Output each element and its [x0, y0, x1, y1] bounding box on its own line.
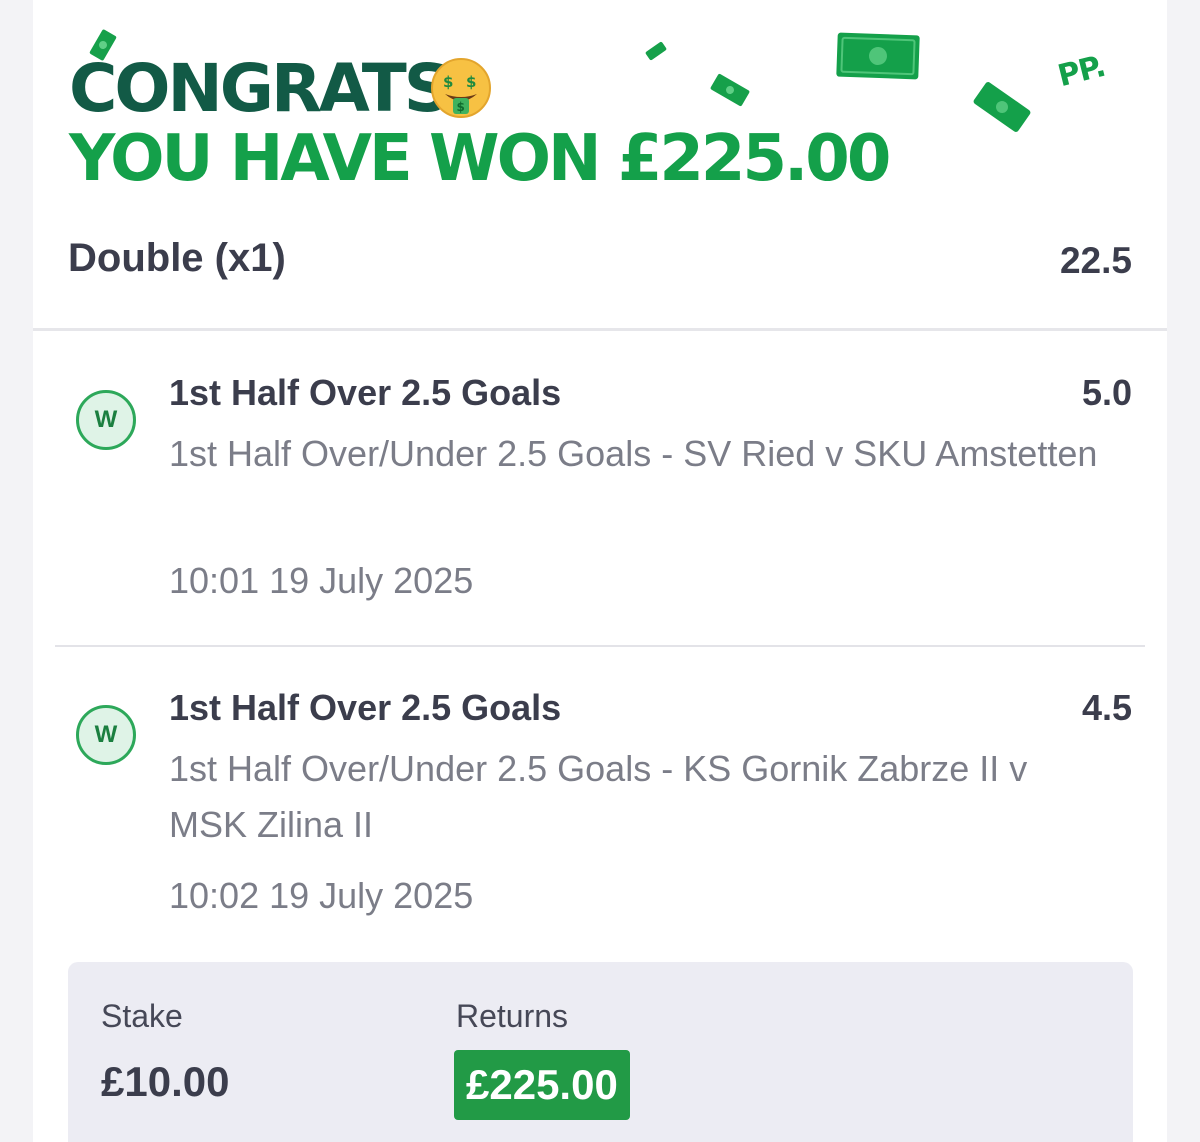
- returns-label: Returns: [456, 998, 569, 1034]
- stake-returns-summary: Stake £10.00 Returns £225.00: [68, 962, 1133, 1142]
- selection-datetime: 10:01 19 July 2025: [169, 560, 474, 601]
- won-amount-heading: YOU HAVE WON £225.00: [69, 122, 891, 196]
- returns-value-badge: £225.00: [454, 1050, 630, 1120]
- money-mouth-face-icon: $ $ $: [431, 58, 491, 118]
- selection-name: 1st Half Over 2.5 Goals: [169, 372, 562, 413]
- money-bill-icon: [645, 41, 667, 61]
- svg-text:$: $: [443, 73, 453, 91]
- bet-receipt-card: CONGRATS! $ $ $ YOU HAVE WON £225.00 PP.…: [33, 0, 1167, 1142]
- selection-market: 1st Half Over/Under 2.5 Goals - SV Ried …: [169, 433, 1098, 474]
- money-bill-icon: [836, 32, 920, 80]
- bet-type-row: Double (x1) 22.5: [68, 236, 1132, 288]
- divider: [33, 328, 1167, 331]
- svg-text:$: $: [457, 100, 465, 114]
- money-bill-icon: [973, 82, 1031, 132]
- divider: [55, 645, 1145, 647]
- win-status-badge: W: [76, 705, 136, 765]
- money-bill-icon: [710, 73, 750, 107]
- win-banner: CONGRATS! $ $ $ YOU HAVE WON £225.00 PP.…: [33, 0, 1167, 330]
- selection-item[interactable]: W 1st Half Over 2.5 Goals 4.5 1st Half O…: [33, 675, 1167, 945]
- stake-label: Stake: [101, 998, 183, 1034]
- selection-datetime: 10:02 19 July 2025: [169, 875, 474, 916]
- selection-odds: 4.5: [1081, 687, 1132, 728]
- bet-type-label: Double (x1): [68, 236, 286, 280]
- congrats-heading: CONGRATS!: [69, 50, 478, 127]
- svg-text:$: $: [466, 73, 476, 91]
- total-odds: 22.5: [1059, 240, 1132, 281]
- stake-value: £10.00: [101, 1058, 230, 1105]
- win-status-badge: W: [76, 390, 136, 450]
- selection-market: 1st Half Over/Under 2.5 Goals - KS Gorni…: [169, 748, 1028, 845]
- selection-odds: 5.0: [1081, 372, 1132, 413]
- selection-name: 1st Half Over 2.5 Goals: [169, 687, 562, 728]
- selection-item[interactable]: W 1st Half Over 2.5 Goals 5.0 1st Half O…: [33, 360, 1167, 630]
- brand-logo: PP.: [1054, 48, 1109, 95]
